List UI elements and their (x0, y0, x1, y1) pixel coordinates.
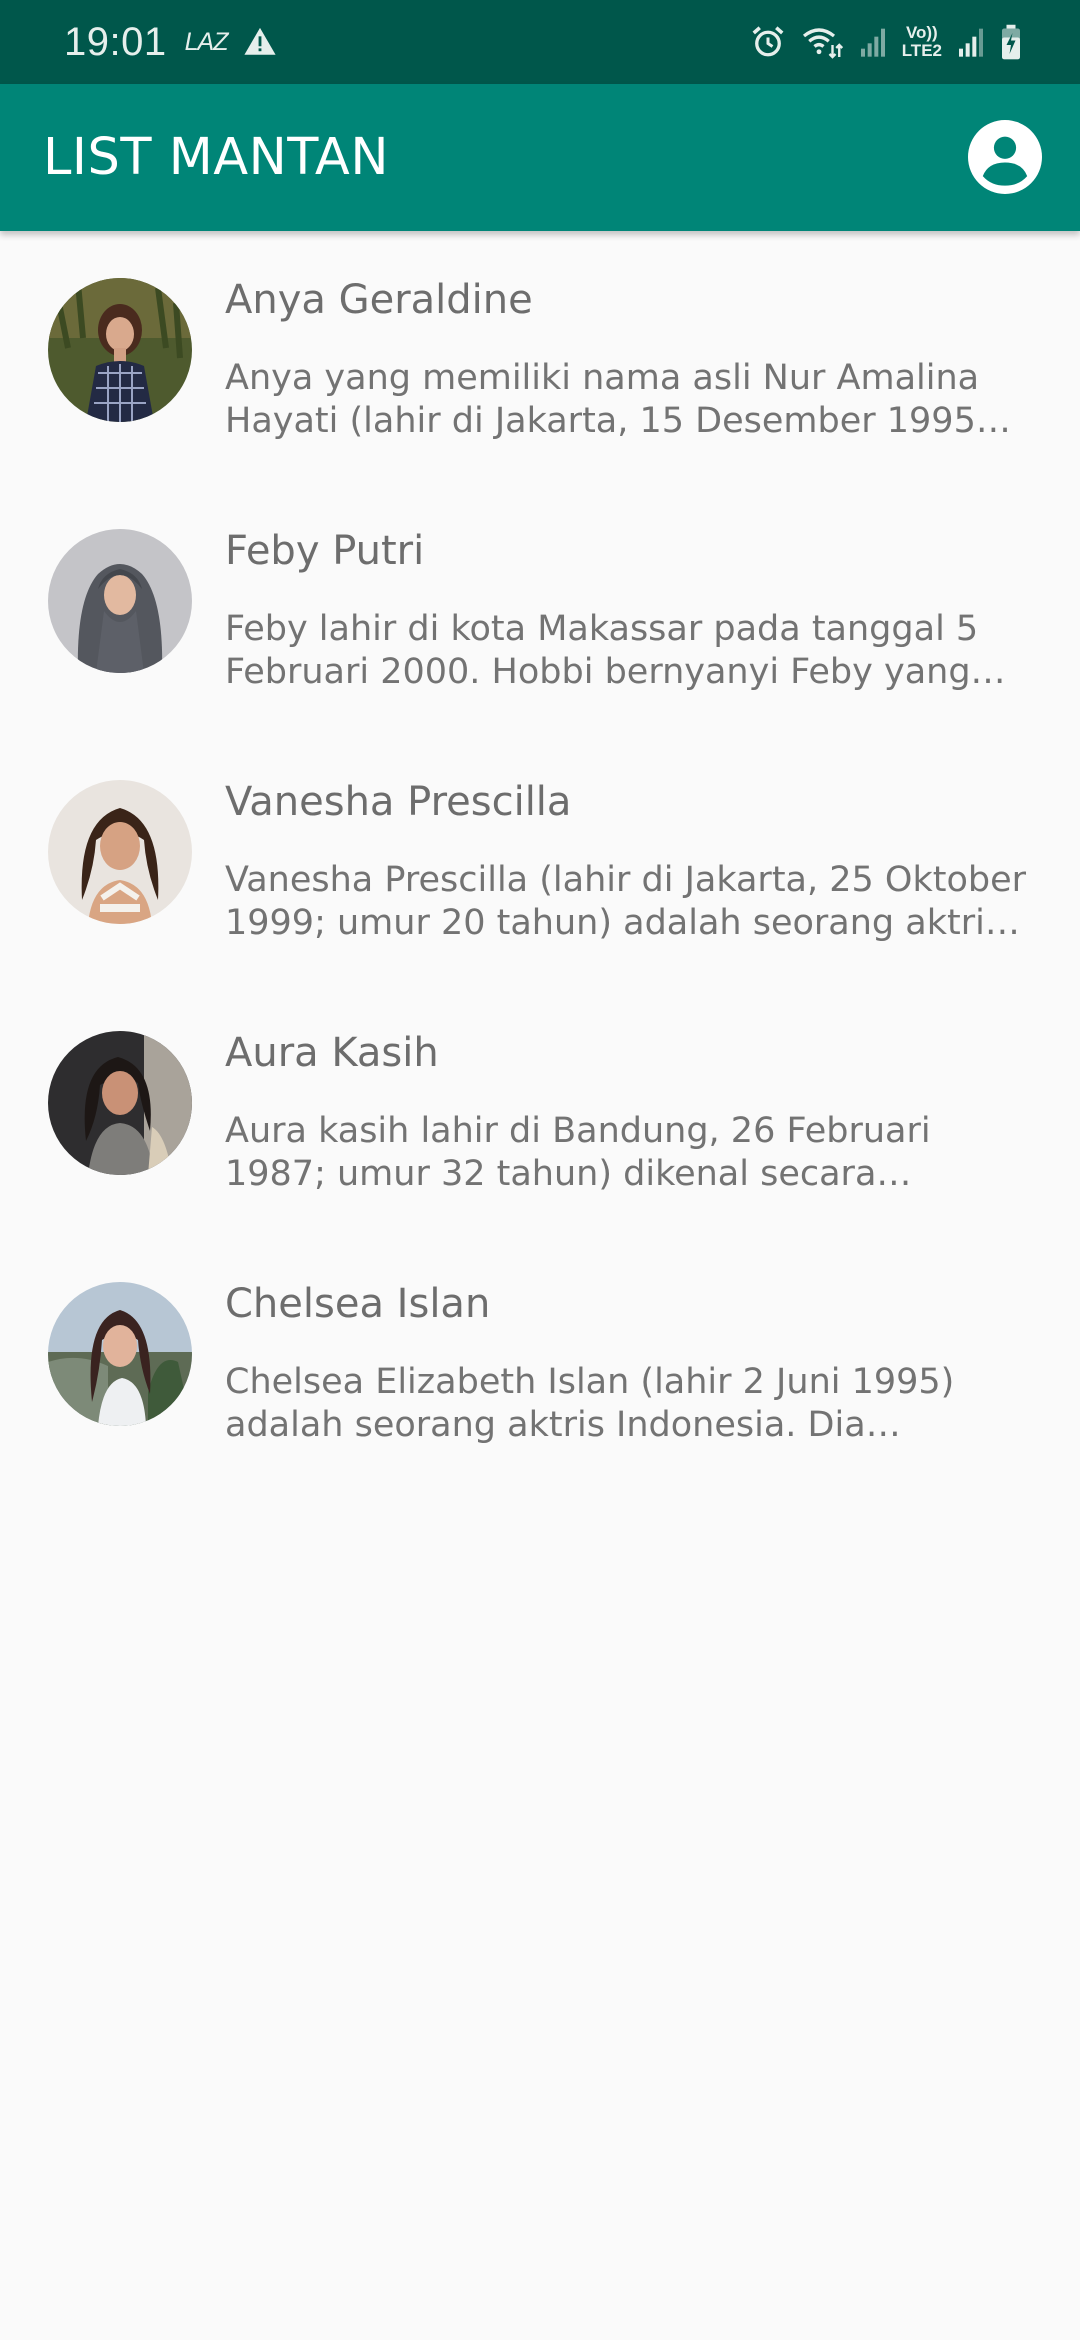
status-icons: Vo)) LTE2 (750, 0, 1022, 84)
volte-label-top: Vo)) (905, 23, 938, 42)
avatar-image (48, 1282, 192, 1426)
alarm-icon (752, 26, 784, 57)
list-item[interactable]: Feby Putri Feby lahir di kota Makassar p… (0, 482, 1080, 733)
item-description: Aura kasih lahir di Bandung, 26 Februari… (225, 1111, 931, 1194)
item-description: Vanesha Prescilla (lahir di Jakarta, 25 … (225, 860, 1027, 943)
volte-label-bottom: LTE2 (901, 41, 942, 60)
item-name: Anya Geraldine (225, 277, 533, 323)
signal-icon (959, 28, 983, 57)
wifi-icon (802, 28, 843, 59)
carrier-label: LAZ (184, 27, 229, 56)
battery-charging-icon (1002, 24, 1020, 60)
signal-icon (860, 28, 885, 57)
list-item[interactable]: Chelsea Islan Chelsea Elizabeth Islan (l… (0, 1235, 1080, 1486)
status-bar: 19:01 LAZ Vo)) LTE2 (0, 0, 1080, 84)
avatar (48, 1282, 192, 1426)
avatar (48, 780, 192, 924)
item-name: Feby Putri (225, 528, 425, 574)
avatar (48, 1031, 192, 1175)
list-item[interactable]: Aura Kasih Aura kasih lahir di Bandung, … (0, 984, 1080, 1235)
item-name: Vanesha Prescilla (225, 779, 572, 825)
item-name: Aura Kasih (225, 1030, 439, 1076)
item-name: Chelsea Islan (225, 1281, 491, 1327)
avatar-image (48, 1031, 192, 1175)
avatar-image (48, 529, 192, 673)
status-left: 19:01 LAZ (64, 0, 277, 84)
list-item[interactable]: Vanesha Prescilla Vanesha Prescilla (lah… (0, 733, 1080, 984)
avatar-image (48, 780, 192, 924)
status-time: 19:01 (64, 19, 167, 64)
avatar (48, 278, 192, 422)
avatar (48, 529, 192, 673)
item-description: Feby lahir di kota Makassar pada tanggal… (225, 609, 979, 692)
app-bar: LIST MANTAN (0, 84, 1080, 231)
contact-list: Anya Geraldine Anya yang memiliki nama a… (0, 231, 1080, 1486)
item-description: Anya yang memiliki nama asli Nur Amalina… (225, 358, 980, 441)
list-item[interactable]: Anya Geraldine Anya yang memiliki nama a… (0, 231, 1080, 482)
warning-icon (244, 27, 277, 55)
avatar-image (48, 278, 192, 422)
item-description: Chelsea Elizabeth Islan (lahir 2 Juni 19… (225, 1362, 955, 1445)
account-circle-icon[interactable] (968, 120, 1042, 194)
volte-indicator: Vo)) LTE2 (902, 24, 942, 60)
app-title: LIST MANTAN (43, 128, 389, 187)
